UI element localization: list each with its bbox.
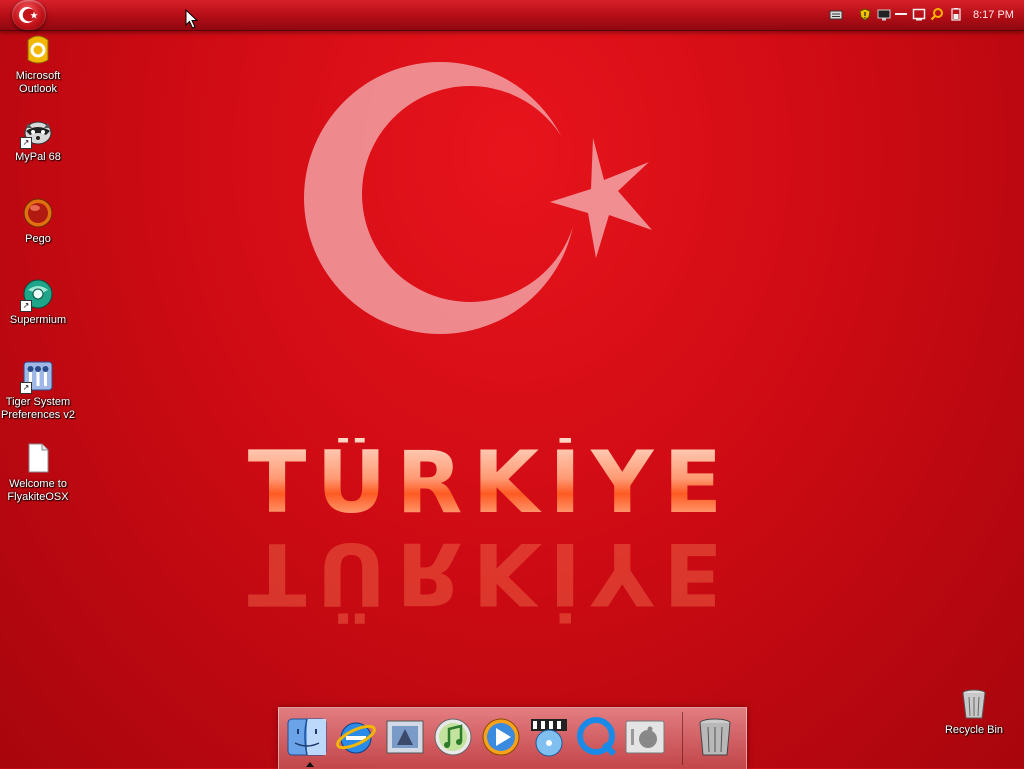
minimize-icon[interactable] [894,8,908,21]
crescent-star-icon [19,7,38,23]
itunes-icon[interactable] [431,715,475,759]
desktop-icon-label: Tiger System Preferences v2 [1,396,75,421]
shortcut-arrow-icon: ↗ [20,382,32,394]
desktop-icon-label: Recycle Bin [944,724,1004,736]
start-button[interactable] [12,0,46,30]
desktop-icon-label: Pego [25,233,51,245]
finder-icon[interactable] [285,715,329,759]
menubar: 8:17 PM [0,0,1024,31]
shield-icon[interactable] [858,8,872,21]
internet-explorer-icon[interactable] [334,715,378,759]
window-icon[interactable] [912,8,926,21]
dock [278,707,747,769]
crescent-star-emblem [304,62,652,334]
search-icon[interactable] [930,8,944,21]
shortcut-arrow-icon: ↗ [20,300,32,312]
desktop-icon-label: Supermium [9,314,67,326]
desktop-icon-recycle-bin[interactable]: Recycle Bin [936,688,1012,737]
document-icon [28,443,49,473]
mouse-cursor-icon [185,9,199,29]
clock[interactable]: 8:17 PM [973,9,1014,21]
desktop-icon-label: Welcome to FlyakiteOSX [7,478,69,503]
keyboard-icon[interactable] [829,8,843,21]
shortcut-arrow-icon: ↗ [20,137,32,149]
running-indicator-icon [306,762,314,767]
media-player-icon[interactable] [479,715,523,759]
battery-icon[interactable] [949,8,963,21]
desktop-icon-label: MyPal 68 [15,151,61,163]
system-preferences-icon[interactable] [623,715,667,759]
desktop-icon-supermium[interactable]: ↗ Supermium [0,278,76,327]
recycle-bin-icon [962,689,986,719]
outlook-icon [27,35,49,64]
desktop-icon-mypal[interactable]: ↗ MyPal 68 [0,115,76,164]
desktop-icon-label: Microsoft Outlook [15,70,61,95]
desktop-icon-outlook[interactable]: Microsoft Outlook [0,34,76,96]
quicktime-icon[interactable] [575,715,619,759]
desktop-icon-welcome-document[interactable]: Welcome to FlyakiteOSX [0,442,76,504]
desktop-icon-tiger-system-preferences[interactable]: ↗ Tiger System Preferences v2 [0,360,76,422]
dock-separator [682,712,683,765]
pego-icon [23,198,53,228]
wallpaper-wordmark-reflection: TÜRKİYE [247,523,733,623]
mail-icon[interactable] [383,715,427,759]
trash-icon[interactable] [693,715,737,759]
desktop-icon-pego[interactable]: Pego [0,197,76,246]
wallpaper-wordmark: TÜRKİYE [205,438,775,528]
dvd-player-icon[interactable] [527,715,571,759]
monitor-icon[interactable] [877,8,891,21]
